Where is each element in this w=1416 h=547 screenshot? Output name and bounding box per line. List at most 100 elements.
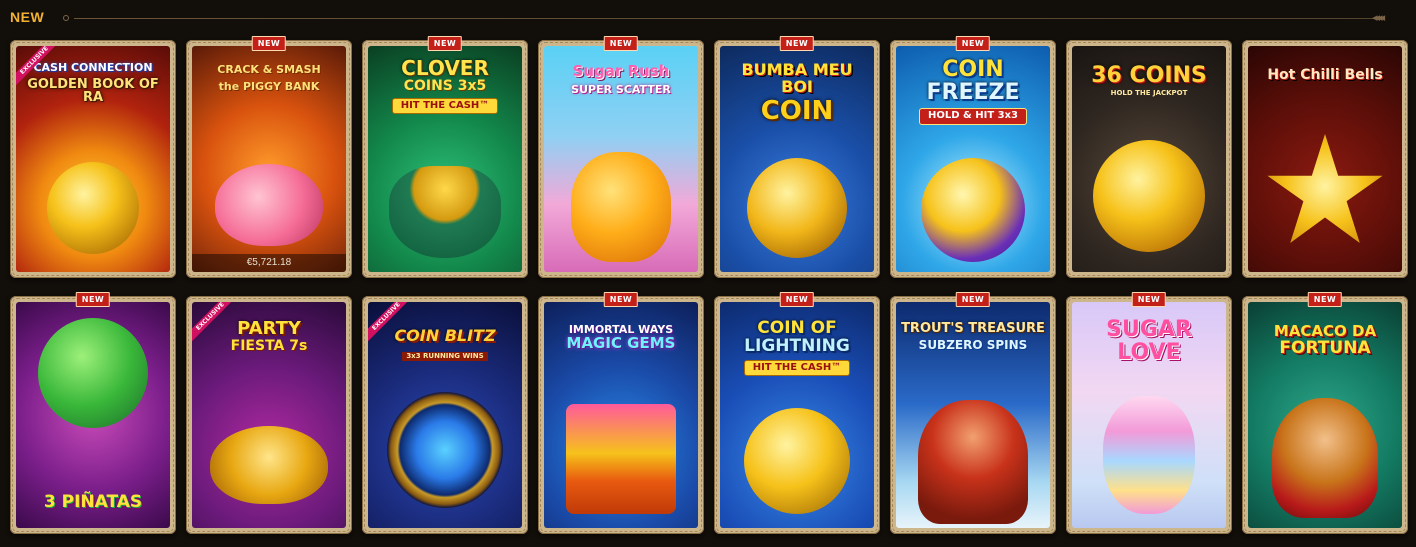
game-title-line1: CASH CONNECTION <box>33 61 153 74</box>
game-title-line2: 3x3 RUNNING WINS <box>402 351 488 362</box>
new-badge: NEW <box>779 36 815 51</box>
carnival-mask-icon <box>210 426 328 504</box>
game-art: TROUT'S TREASURE SUBZERO SPINS <box>896 302 1050 528</box>
game-title-line2: COIN <box>760 95 834 126</box>
game-title-line2: FIESTA 7s <box>230 337 308 354</box>
game-art: Hot Chilli Bells <box>1248 46 1402 272</box>
new-badge: NEW <box>779 292 815 307</box>
game-tile-bumba-meu-boi[interactable]: NEW BUMBA MEU BOI COIN <box>714 36 880 278</box>
game-tile-sugar-rush[interactable]: NEW Sugar Rush SUPER SCATTER <box>538 36 704 278</box>
game-art: EXCLUSIVE CASH CONNECTION GOLDEN BOOK OF… <box>16 46 170 272</box>
game-title-line1: TROUT'S TREASURE <box>901 321 1045 336</box>
game-art: CRACK & SMASH the PIGGY BANK €5,721.18 <box>192 46 346 272</box>
game-title: COIN OF LIGHTNING HIT THE CASH™ <box>724 319 870 377</box>
section-rule-dot <box>63 15 69 21</box>
game-tile-3-pinatas[interactable]: NEW 3 PIÑATAS <box>10 292 176 534</box>
game-subtitle: HIT THE CASH™ <box>391 97 499 115</box>
game-tile-party-fiesta[interactable]: EXCLUSIVE PARTY FIESTA 7s <box>186 296 352 534</box>
gold-coin-icon <box>47 162 139 254</box>
game-title: Sugar Rush SUPER SCATTER <box>548 62 694 96</box>
game-title: MACACO DA FORTUNA <box>1252 323 1398 358</box>
game-title: COIN BLITZ 3x3 RUNNING WINS <box>372 326 518 362</box>
game-title-line1: COIN <box>942 57 1004 82</box>
game-title-line1: CLOVER <box>401 56 489 80</box>
game-title-line1: BUMBA MEU BOI <box>741 60 853 96</box>
pot-of-gold-icon <box>389 166 501 258</box>
section-header: NEW ◂◂◂◂ <box>0 0 1416 36</box>
game-tile-immortal-ways[interactable]: NEW IMMORTAL WAYS MAGIC GEMS <box>538 292 704 534</box>
game-art: Sugar Rush SUPER SCATTER <box>544 46 698 272</box>
star-icon <box>1267 134 1383 244</box>
game-tile-cash-connection[interactable]: EXCLUSIVE CASH CONNECTION GOLDEN BOOK OF… <box>10 40 176 278</box>
game-title: CASH CONNECTION GOLDEN BOOK OF RA <box>20 62 166 105</box>
game-art: IMMORTAL WAYS MAGIC GEMS <box>544 302 698 528</box>
game-title: SUGAR LOVE <box>1076 318 1222 364</box>
game-title: Hot Chilli Bells <box>1252 68 1398 83</box>
game-tile-crack-smash[interactable]: NEW CRACK & SMASH the PIGGY BANK €5,721.… <box>186 36 352 278</box>
treasure-chest-icon <box>566 404 676 514</box>
new-badge: NEW <box>427 36 463 51</box>
pinata-icon <box>38 318 148 428</box>
game-title-line2: SUPER SCATTER <box>571 82 671 96</box>
gold-coin-icon <box>1093 140 1205 252</box>
game-title-line2: COINS 3x5 <box>403 78 487 94</box>
game-art: SUGAR LOVE <box>1072 302 1226 528</box>
game-title-line2: the PIGGY BANK <box>218 79 320 93</box>
game-art: EXCLUSIVE COIN BLITZ 3x3 RUNNING WINS <box>368 302 522 528</box>
game-title-line1: PARTY <box>237 318 301 339</box>
new-badge: NEW <box>75 292 111 307</box>
game-art: CLOVER COINS 3x5 HIT THE CASH™ <box>368 46 522 272</box>
game-art: EXCLUSIVE PARTY FIESTA 7s <box>192 302 346 528</box>
fisherman-icon <box>918 400 1028 524</box>
game-art: BUMBA MEU BOI COIN <box>720 46 874 272</box>
game-tile-trouts-treasure[interactable]: NEW TROUT'S TREASURE SUBZERO SPINS <box>890 292 1056 534</box>
section-title: NEW <box>10 9 45 25</box>
new-badge: NEW <box>1131 292 1167 307</box>
game-title: COIN FREEZE HOLD & HIT 3x3 <box>900 58 1046 125</box>
scroll-arrows-icon[interactable]: ◂◂◂◂ <box>1372 11 1385 24</box>
cotton-candy-icon <box>1103 396 1195 514</box>
new-badge: NEW <box>1307 292 1343 307</box>
game-tile-coin-freeze[interactable]: NEW COIN FREEZE HOLD & HIT 3x3 <box>890 36 1056 278</box>
game-subtitle: HIT THE CASH™ <box>743 359 851 377</box>
game-title-line1: 36 COINS <box>1091 63 1207 88</box>
game-art: 36 COINS HOLD THE JACKPOT <box>1072 46 1226 272</box>
piggy-bank-icon <box>215 164 323 246</box>
game-title: IMMORTAL WAYS MAGIC GEMS <box>548 324 694 351</box>
game-title-line1: SUGAR <box>1106 317 1192 342</box>
game-title-line2: 3 PIÑATAS <box>43 492 143 513</box>
section-divider <box>74 18 1374 19</box>
game-title-line1: CRACK & SMASH <box>217 63 321 76</box>
game-title-line2: LIGHTNING <box>744 335 850 356</box>
game-title-line1: Sugar Rush <box>572 62 670 80</box>
crown-coin-icon <box>921 158 1025 262</box>
game-title-line2: LOVE <box>1117 340 1181 366</box>
new-badge: NEW <box>251 36 287 51</box>
game-tile-coin-blitz[interactable]: EXCLUSIVE COIN BLITZ 3x3 RUNNING WINS <box>362 296 528 534</box>
game-title-line1: COIN BLITZ <box>394 326 496 345</box>
game-title-line2: HOLD THE JACKPOT <box>1110 89 1188 98</box>
game-art: MACACO DA FORTUNA <box>1248 302 1402 528</box>
game-title: CRACK & SMASH the PIGGY BANK <box>196 64 342 92</box>
game-title-line2: SUBZERO SPINS <box>918 337 1028 352</box>
game-title: BUMBA MEU BOI COIN <box>724 60 870 126</box>
new-badge: NEW <box>955 36 991 51</box>
game-title-line1: Hot Chilli Bells <box>1267 67 1383 83</box>
game-tile-macaco-da-fortuna[interactable]: NEW MACACO DA FORTUNA <box>1242 292 1408 534</box>
game-tile-hot-chilli-bells[interactable]: Hot Chilli Bells <box>1242 40 1408 278</box>
game-title: 3 PIÑATAS <box>20 492 166 513</box>
game-tile-clover-coins[interactable]: NEW CLOVER COINS 3x5 HIT THE CASH™ <box>362 36 528 278</box>
monkey-icon <box>1272 398 1378 518</box>
game-title: 36 COINS HOLD THE JACKPOT <box>1076 64 1222 97</box>
game-title-line2: GOLDEN BOOK OF RA <box>27 76 159 106</box>
bull-coin-icon <box>747 158 847 258</box>
game-title: PARTY FIESTA 7s <box>196 318 342 354</box>
game-title-line2: MAGIC GEMS <box>566 333 676 352</box>
game-tile-sugar-love[interactable]: NEW SUGAR LOVE <box>1066 292 1232 534</box>
game-tile-36-coins[interactable]: 36 COINS HOLD THE JACKPOT <box>1066 40 1232 278</box>
new-badge: NEW <box>603 36 639 51</box>
lightning-coin-icon <box>744 408 850 514</box>
game-art: COIN FREEZE HOLD & HIT 3x3 <box>896 46 1050 272</box>
game-tile-coin-of-lightning[interactable]: NEW COIN OF LIGHTNING HIT THE CASH™ <box>714 292 880 534</box>
game-title: TROUT'S TREASURE SUBZERO SPINS <box>900 322 1046 351</box>
